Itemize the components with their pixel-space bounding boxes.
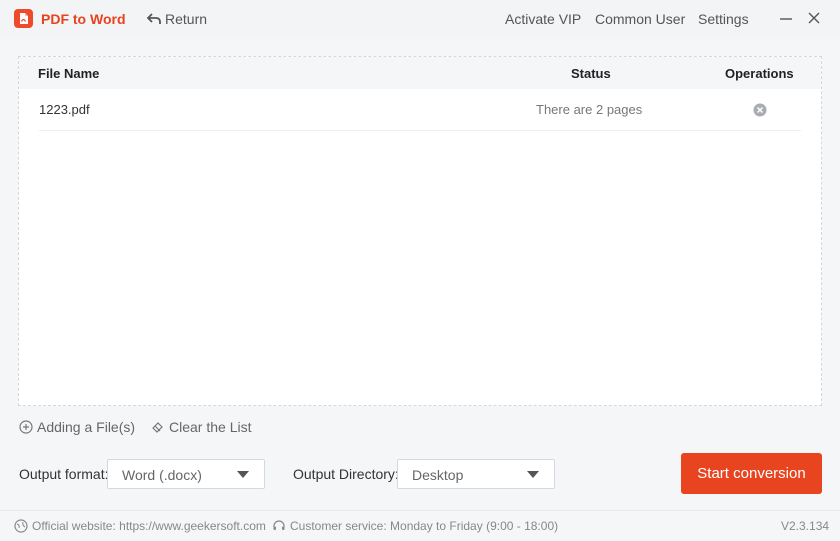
remove-file-icon[interactable] (753, 103, 767, 117)
app-logo-icon (14, 9, 33, 28)
dropdown-caret-icon (237, 471, 249, 478)
output-format-select[interactable]: Word (.docx) (107, 459, 265, 489)
table-row: 1223.pdf There are 2 pages (39, 90, 801, 131)
headset-icon (273, 520, 285, 530)
official-website-text: Official website: https://www.geekersoft… (32, 519, 266, 533)
add-files-label: Adding a File(s) (37, 419, 136, 435)
add-files-button[interactable]: Adding a File(s) (19, 419, 135, 435)
version-label: V2.3.134 (781, 519, 830, 533)
table-header: File Name Status Operations (19, 57, 821, 89)
output-directory-value: Desktop (412, 467, 464, 483)
return-arrow-icon (147, 13, 161, 24)
eraser-icon (152, 422, 163, 433)
file-name-cell: 1223.pdf (39, 102, 90, 117)
close-icon[interactable] (805, 9, 823, 27)
column-operations: Operations (725, 66, 794, 81)
output-format-label: Output format: (19, 466, 109, 482)
title-bar: PDF to Word Return Activate VIP Common U… (0, 0, 840, 37)
settings-link[interactable]: Settings (698, 11, 749, 27)
column-file-name: File Name (38, 66, 100, 81)
minimize-icon[interactable] (777, 9, 795, 27)
output-format-value: Word (.docx) (122, 467, 202, 483)
output-directory-select[interactable]: Desktop (397, 459, 555, 489)
column-status: Status (571, 66, 611, 81)
add-circle-icon (19, 420, 33, 434)
clear-list-label: Clear the List (169, 419, 252, 435)
official-website-link[interactable]: Official website: https://www.geekersoft… (14, 519, 266, 533)
app-title: PDF to Word (41, 11, 126, 27)
return-button[interactable]: Return (147, 11, 207, 27)
clear-list-button[interactable]: Clear the List (151, 419, 251, 435)
dropdown-caret-icon (527, 471, 539, 478)
globe-icon (14, 519, 28, 533)
customer-service-info: Customer service: Monday to Friday (9:00… (272, 519, 558, 533)
output-directory-label: Output Directory: (293, 466, 399, 482)
customer-service-text: Customer service: Monday to Friday (9:00… (290, 519, 559, 533)
file-list-panel: File Name Status Operations 1223.pdf The… (18, 56, 822, 406)
return-label: Return (165, 11, 208, 27)
start-conversion-button[interactable]: Start conversion (681, 453, 822, 494)
activate-vip-link[interactable]: Activate VIP (505, 11, 581, 27)
status-cell: There are 2 pages (536, 102, 643, 117)
common-user-link[interactable]: Common User (595, 11, 685, 27)
footer: Official website: https://www.geekersoft… (0, 510, 840, 541)
